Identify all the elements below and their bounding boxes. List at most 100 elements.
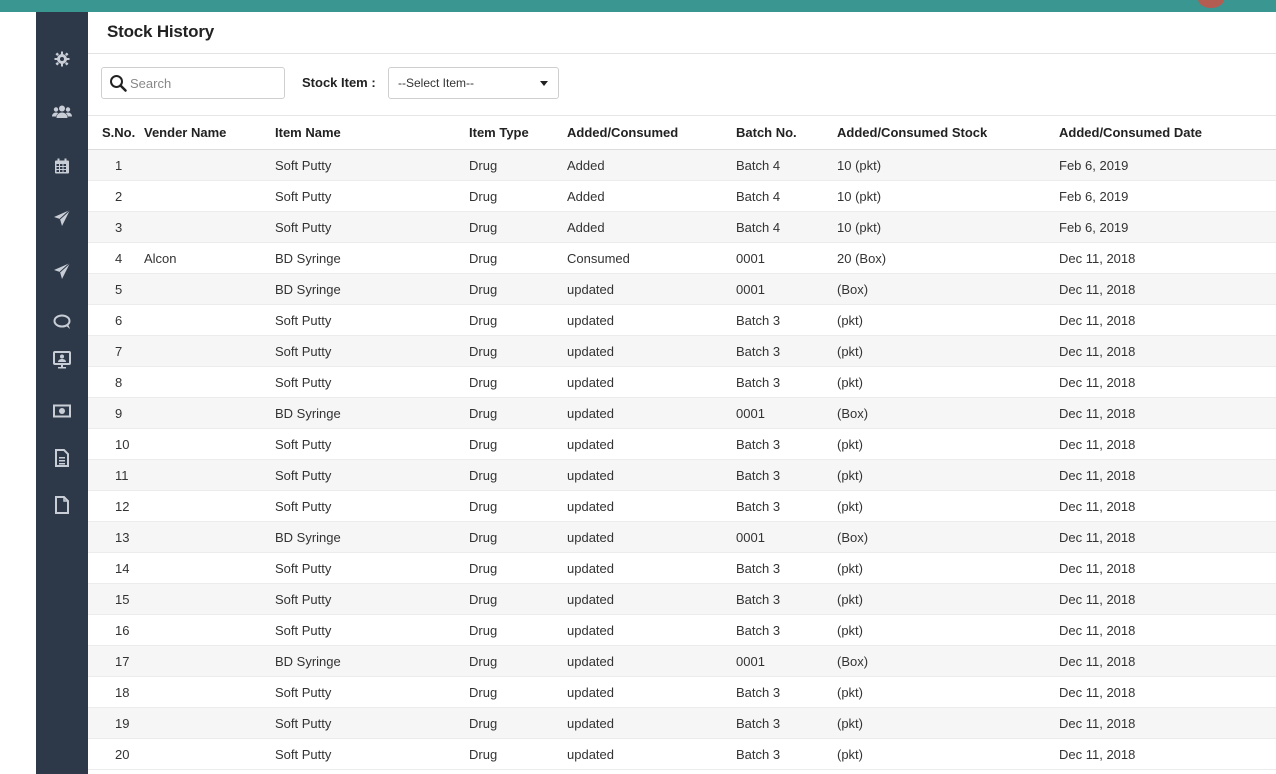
chevron-down-icon [540,80,548,86]
table-cell: 0001 [736,645,837,677]
table-cell: 3 [88,211,144,243]
column-header[interactable]: Added/Consumed Date [1059,115,1276,150]
column-header[interactable]: S.No. [88,115,144,150]
table-cell: Dec 11, 2018 [1059,273,1276,305]
table-cell: 2 [88,180,144,212]
table-cell: (pkt) [837,707,1059,739]
table-cell: (Box) [837,273,1059,305]
table-cell: updated [567,521,736,553]
table-cell [144,490,275,522]
table-cell: updated [567,459,736,491]
table-cell: Batch 3 [736,490,837,522]
calendar-icon[interactable] [36,154,88,178]
table-cell: (pkt) [837,552,1059,584]
avatar[interactable] [1198,0,1224,8]
table-cell: Alcon [144,242,275,274]
table-cell: Drug [469,738,567,770]
table-cell: Drug [469,211,567,243]
table-cell [144,211,275,243]
table-cell: Added [567,149,736,181]
table-cell: BD Syringe [275,521,469,553]
table-cell [144,707,275,739]
table-cell: 11 [88,459,144,491]
table-cell: (pkt) [837,614,1059,646]
table-cell: 18 [88,676,144,708]
send-icon[interactable] [36,206,88,230]
table-cell: updated [567,645,736,677]
table-cell: Soft Putty [275,211,469,243]
table-cell: Batch 3 [736,335,837,367]
table-cell: Batch 3 [736,304,837,336]
table-cell: 17 [88,645,144,677]
table-cell: updated [567,335,736,367]
users-icon[interactable] [36,100,88,124]
settings-icon[interactable] [36,47,88,71]
document-icon[interactable] [36,493,88,517]
table-cell: updated [567,273,736,305]
search-input[interactable] [130,75,270,91]
table-cell: Dec 11, 2018 [1059,552,1276,584]
table-cell: 12 [88,490,144,522]
table-row: 13 BD Syringe Drug updated 0001 (Box) Dec 11, … [88,521,1276,553]
column-header[interactable]: Item Type [469,115,567,150]
table-cell: Batch 3 [736,614,837,646]
table-cell: BD Syringe [275,273,469,305]
table-cell: Dec 11, 2018 [1059,335,1276,367]
table-cell: Soft Putty [275,180,469,212]
table-cell: Soft Putty [275,614,469,646]
column-header[interactable]: Added/Consumed [567,115,736,150]
table-cell [144,738,275,770]
document-text-icon[interactable] [36,446,88,470]
table-cell: Dec 11, 2018 [1059,645,1276,677]
table-cell [144,428,275,460]
table-cell: Batch 3 [736,707,837,739]
table-cell: Soft Putty [275,490,469,522]
table-cell [144,552,275,584]
table-cell: Batch 3 [736,583,837,615]
table-cell: Dec 11, 2018 [1059,738,1276,770]
table-row: 6 Soft Putty Drug updated Batch 3 (pkt) Dec 11… [88,304,1276,336]
table-cell: updated [567,676,736,708]
table-cell: Dec 11, 2018 [1059,459,1276,491]
column-header[interactable]: Added/Consumed Stock [837,115,1059,150]
column-header[interactable]: Vender Name [144,115,275,150]
table-cell: Drug [469,645,567,677]
table-cell: 19 [88,707,144,739]
stock-item-select[interactable]: --Select Item-- [388,67,559,99]
table-cell: Drug [469,521,567,553]
table-cell: 9 [88,397,144,429]
table-cell: updated [567,738,736,770]
table-cell: Dec 11, 2018 [1059,521,1276,553]
table-cell: Soft Putty [275,676,469,708]
column-header[interactable]: Batch No. [736,115,837,150]
table-row: 12 Soft Putty Drug updated Batch 3 (pkt) Dec 1… [88,490,1276,522]
table-cell: 15 [88,583,144,615]
top-bar [0,0,1276,12]
table-cell [144,521,275,553]
column-header[interactable]: Item Name [275,115,469,150]
table-cell: Dec 11, 2018 [1059,242,1276,274]
table-cell: (pkt) [837,335,1059,367]
table-cell: updated [567,552,736,584]
table-cell: (pkt) [837,459,1059,491]
table-cell: Dec 11, 2018 [1059,614,1276,646]
table-cell: Added [567,180,736,212]
sidebar [36,12,88,774]
table-cell: (pkt) [837,304,1059,336]
table-cell: Drug [469,490,567,522]
table-cell: 6 [88,304,144,336]
search-icon [110,75,127,92]
stock-item-selected-value: --Select Item-- [398,76,475,90]
stock-history-table: S.No. Vender Name Item Name Item Type Ad… [88,115,1276,770]
send-icon[interactable] [36,259,88,283]
table-row: 9 BD Syringe Drug updated 0001 (Box) Dec 11, 2… [88,397,1276,429]
table-row: 1 Soft Putty Drug Added Batch 4 10 (pkt) Feb 6… [88,149,1276,181]
page-title: Stock History [107,22,214,41]
table-cell: Drug [469,552,567,584]
monitor-user-icon[interactable] [36,348,88,372]
chat-icon[interactable] [36,310,88,334]
money-icon[interactable] [36,399,88,423]
table-cell: BD Syringe [275,397,469,429]
search-box[interactable] [101,67,285,99]
table-row: 4 Alcon BD Syringe Drug Consumed 0001 20 (Box)… [88,242,1276,274]
